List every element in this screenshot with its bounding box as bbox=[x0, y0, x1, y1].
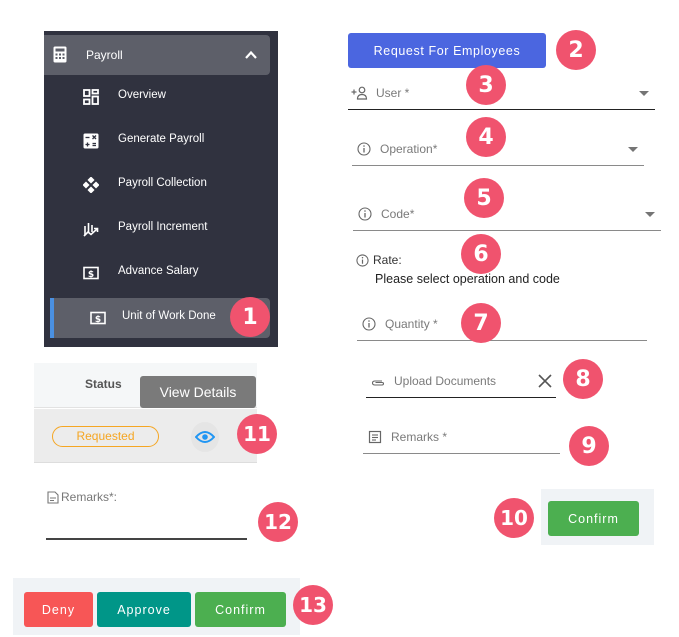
dashboard-icon bbox=[83, 89, 99, 105]
status-badge: Requested bbox=[52, 426, 159, 447]
sidebar-item-label: Payroll bbox=[86, 48, 123, 62]
info-icon bbox=[357, 142, 371, 156]
rate-message: Please select operation and code bbox=[375, 272, 560, 286]
step-badge: 9 bbox=[569, 426, 609, 466]
step-badge: 10 bbox=[494, 498, 534, 538]
step-badge: 11 bbox=[237, 414, 277, 454]
sidebar-item-label: Unit of Work Done bbox=[122, 310, 216, 322]
quantity-label: Quantity * bbox=[385, 317, 438, 331]
document-icon bbox=[47, 490, 59, 504]
upload-documents-field[interactable]: Upload Documents bbox=[366, 368, 556, 398]
svg-text:$: $ bbox=[88, 270, 94, 280]
svg-text:$: $ bbox=[95, 315, 101, 325]
step-badge: 12 bbox=[258, 502, 298, 542]
step-badge: 13 bbox=[293, 585, 333, 625]
quantity-input[interactable]: Quantity * bbox=[357, 311, 647, 341]
info-icon bbox=[356, 253, 369, 267]
step-badge: 6 bbox=[461, 234, 501, 274]
sidebar-item-overview[interactable]: Overview bbox=[44, 77, 278, 117]
dropdown-arrow-icon[interactable] bbox=[645, 212, 655, 217]
sidebar-item-label: Advance Salary bbox=[118, 265, 199, 277]
sidebar-item-label: Overview bbox=[118, 89, 166, 101]
calculator-ops-icon bbox=[83, 133, 99, 149]
remarks-label: Remarks * bbox=[391, 430, 448, 444]
close-icon[interactable] bbox=[538, 374, 552, 388]
step-badge: 4 bbox=[466, 117, 506, 157]
table-row: Requested bbox=[34, 409, 257, 463]
sidebar-item-label: Generate Payroll bbox=[118, 133, 205, 145]
step-badge: 2 bbox=[556, 30, 596, 70]
field-underline bbox=[363, 453, 560, 454]
step-badge: 1 bbox=[230, 297, 270, 337]
diamond-dots-icon bbox=[83, 177, 99, 193]
dropdown-arrow-icon[interactable] bbox=[639, 91, 649, 96]
operation-label: Operation* bbox=[380, 142, 438, 156]
info-icon bbox=[362, 317, 376, 331]
view-details-button[interactable] bbox=[191, 422, 219, 452]
field-underline bbox=[357, 340, 647, 341]
dropdown-arrow-icon[interactable] bbox=[628, 147, 638, 152]
sidebar-item-generate-payroll[interactable]: Generate Payroll bbox=[44, 121, 278, 161]
step-badge: 8 bbox=[563, 359, 603, 399]
chart-increase-icon bbox=[83, 223, 99, 237]
review-actions-footer: Deny Approve Confirm bbox=[13, 578, 300, 635]
confirm-button[interactable]: Confirm bbox=[548, 501, 639, 536]
rate-label: Rate: bbox=[356, 253, 402, 267]
dollar-bill-icon: $ bbox=[90, 311, 106, 325]
field-underline bbox=[353, 230, 661, 231]
sidebar-item-advance-salary[interactable]: $ Advance Salary bbox=[44, 253, 278, 293]
step-badge: 5 bbox=[464, 178, 504, 218]
field-underline bbox=[366, 396, 556, 398]
step-badge: 3 bbox=[466, 65, 506, 105]
rate-label-text: Rate: bbox=[373, 253, 402, 267]
field-underline bbox=[348, 108, 655, 110]
code-select[interactable]: Code* bbox=[353, 201, 661, 231]
request-for-employees-button[interactable]: Request For Employees bbox=[348, 33, 546, 68]
upload-documents-label: Upload Documents bbox=[394, 374, 497, 388]
review-remarks-label-text: Remarks*: bbox=[61, 490, 118, 504]
deny-button[interactable]: Deny bbox=[24, 592, 93, 627]
approve-button[interactable]: Approve bbox=[97, 592, 191, 627]
chevron-up-icon[interactable] bbox=[244, 48, 258, 62]
sidebar-item-payroll[interactable]: Payroll bbox=[44, 35, 270, 75]
sidebar-item-label: Payroll Increment bbox=[118, 221, 208, 233]
info-icon bbox=[358, 207, 372, 221]
sidebar-item-payroll-collection[interactable]: Payroll Collection bbox=[44, 165, 278, 205]
confirm-review-button[interactable]: Confirm bbox=[195, 592, 286, 627]
confirm-footer: Confirm bbox=[541, 489, 654, 545]
dollar-bill-icon: $ bbox=[83, 266, 99, 280]
field-underline bbox=[352, 165, 644, 166]
review-remarks-input[interactable] bbox=[46, 538, 247, 540]
calculator-icon bbox=[53, 46, 67, 63]
sidebar-item-payroll-increment[interactable]: Payroll Increment bbox=[44, 209, 278, 249]
user-label: User * bbox=[376, 86, 410, 100]
add-user-icon bbox=[351, 86, 368, 100]
view-details-tooltip: View Details bbox=[140, 376, 256, 408]
step-badge: 7 bbox=[461, 303, 501, 343]
attachment-icon bbox=[371, 380, 385, 386]
notes-icon bbox=[368, 430, 382, 444]
remarks-input[interactable]: Remarks * bbox=[363, 424, 560, 454]
column-header-status: Status bbox=[85, 377, 122, 391]
code-label: Code* bbox=[381, 207, 415, 221]
review-remarks-label: Remarks*: bbox=[47, 490, 117, 504]
eye-icon bbox=[195, 431, 215, 443]
sidebar-item-label: Payroll Collection bbox=[118, 177, 207, 189]
